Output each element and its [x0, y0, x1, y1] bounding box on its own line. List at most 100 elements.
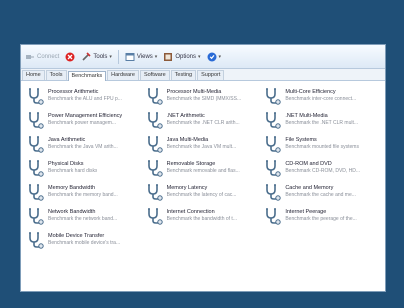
benchmark-item[interactable]: Processor Arithmetic Benchmark the ALU an… — [27, 85, 142, 107]
benchmark-item[interactable]: Memory Bandwidth Benchmark the memory ban… — [27, 181, 142, 203]
benchmark-item[interactable]: Power Management Efficiency Benchmark pow… — [27, 109, 142, 131]
tools-label: Tools — [93, 53, 108, 60]
benchmark-text: Java Multi-Media Benchmark the Java VM mu… — [167, 137, 236, 151]
help-icon — [207, 52, 217, 62]
benchmark-description: Benchmark the cache and me... — [285, 192, 356, 198]
views-menu-button[interactable]: Views ▾ — [125, 52, 157, 62]
benchmark-description: Benchmark mobile device's tra... — [48, 240, 121, 246]
benchmark-description: Benchmark power managem... — [48, 120, 117, 126]
memory-bandwidth-icon — [27, 183, 45, 201]
chevron-down-icon: ▾ — [154, 53, 158, 60]
benchmark-title: Removable Storage — [166, 161, 216, 167]
benchmark-item[interactable]: Java Multi-Media Benchmark the Java VM mu… — [146, 133, 261, 155]
benchmark-title: Internet Connection — [166, 209, 215, 215]
benchmark-title: Memory Latency — [166, 185, 208, 191]
options-icon — [163, 52, 173, 62]
toolbar: Connect Tools ▾ Views ▾ Options ▾ ▾ — [21, 45, 385, 69]
benchmark-description: Benchmark the ALU and FPU p... — [48, 96, 122, 102]
benchmark-item[interactable]: Mobile Device Transfer Benchmark mobile d… — [27, 229, 142, 251]
benchmark-item[interactable]: Physical Disks Benchmark hard disks — [27, 157, 142, 179]
internet-connection-icon — [146, 207, 164, 225]
stop-icon — [65, 52, 75, 62]
chevron-down-icon: ▾ — [218, 53, 222, 60]
mobile-device-icon — [27, 231, 45, 249]
benchmark-title: Processor Multi-Media — [166, 89, 222, 95]
benchmark-item[interactable]: Java Arithmetic Benchmark the Java VM ari… — [27, 133, 142, 155]
processor-arithmetic-icon — [27, 87, 45, 105]
cache-memory-icon — [264, 183, 282, 201]
benchmark-item[interactable]: Memory Latency Benchmark the latency of c… — [146, 181, 261, 203]
benchmark-description: Benchmark CD-ROM, DVD, HD... — [285, 168, 361, 174]
options-menu-button[interactable]: Options ▾ — [163, 52, 201, 62]
tab-testing[interactable]: Testing — [170, 70, 197, 80]
dotnet-arithmetic-icon — [146, 111, 164, 129]
views-label: Views — [136, 53, 153, 60]
tab-tools[interactable]: Tools — [45, 70, 67, 80]
benchmark-text: Processor Arithmetic Benchmark the ALU an… — [48, 89, 122, 103]
file-systems-icon — [264, 135, 282, 153]
tab-hardware[interactable]: Hardware — [107, 70, 139, 80]
benchmark-text: Internet Connection Benchmark the bandwid… — [167, 209, 237, 223]
tools-menu-button[interactable]: Tools ▾ — [81, 51, 112, 62]
help-menu-button[interactable]: ▾ — [207, 52, 222, 62]
benchmark-title: Cache and Memory — [285, 185, 334, 191]
tab-benchmarks[interactable]: Benchmarks — [67, 71, 107, 81]
benchmark-item[interactable]: Cache and Memory Benchmark the cache and … — [264, 181, 379, 203]
benchmark-item[interactable]: Internet Connection Benchmark the bandwid… — [146, 205, 261, 227]
benchmark-title: Network Bandwidth — [48, 209, 96, 215]
java-multimedia-icon — [146, 135, 164, 153]
benchmark-item[interactable]: Network Bandwidth Benchmark the network b… — [27, 205, 142, 227]
tab-home[interactable]: Home — [22, 70, 45, 80]
benchmark-description: Benchmark mounted file systems — [285, 144, 359, 150]
benchmark-item[interactable]: File Systems Benchmark mounted file syste… — [264, 133, 379, 155]
benchmark-text: Mobile Device Transfer Benchmark mobile d… — [48, 233, 120, 247]
connect-button[interactable]: Connect — [25, 52, 59, 62]
benchmark-description: Benchmark inter-core connect... — [285, 96, 357, 102]
benchmark-title: CD-ROM and DVD — [285, 161, 332, 167]
benchmark-item[interactable]: .NET Multi-Media Benchmark the .NET CLR m… — [264, 109, 379, 131]
benchmark-item[interactable]: Multi-Core Efficiency Benchmark inter-cor… — [264, 85, 379, 107]
benchmark-description: Benchmark the SIMD (MMX/SS... — [166, 96, 242, 102]
tools-icon — [81, 51, 91, 62]
benchmark-text: Java Arithmetic Benchmark the Java VM ari… — [48, 137, 118, 151]
benchmark-grid: Processor Arithmetic Benchmark the ALU an… — [21, 81, 385, 251]
benchmark-text: Network Bandwidth Benchmark the network b… — [48, 209, 117, 223]
benchmark-item[interactable]: Removable Storage Benchmark removable and… — [146, 157, 261, 179]
tab-support[interactable]: Support — [197, 70, 225, 80]
benchmark-description: Benchmark the memory band... — [48, 192, 118, 198]
benchmark-description: Benchmark removable and flas... — [166, 168, 240, 174]
tab-software[interactable]: Software — [139, 70, 170, 80]
benchmark-description: Benchmark hard disks — [48, 168, 98, 174]
processor-multimedia-icon — [146, 87, 164, 105]
benchmark-text: Internet Peerage Benchmark the peerage of… — [285, 209, 356, 223]
benchmark-title: Java Multi-Media — [166, 137, 209, 143]
physical-disks-icon — [27, 159, 45, 177]
toolbar-divider — [117, 49, 119, 64]
benchmark-text: File Systems Benchmark mounted file syste… — [285, 137, 359, 151]
benchmark-text: Memory Bandwidth Benchmark the memory ban… — [48, 185, 118, 199]
benchmark-text: Power Management Efficiency Benchmark pow… — [48, 113, 122, 127]
chevron-down-icon: ▾ — [198, 53, 201, 60]
tab-bar: Home Tools Benchmarks Hardware Software … — [21, 69, 385, 81]
benchmark-description: Benchmark the network band... — [48, 216, 118, 222]
connect-icon — [25, 52, 35, 62]
benchmark-item[interactable]: CD-ROM and DVD Benchmark CD-ROM, DVD, HD.… — [264, 157, 379, 179]
benchmark-title: Multi-Core Efficiency — [285, 89, 336, 95]
dotnet-multimedia-icon — [264, 111, 282, 129]
benchmark-item[interactable]: Processor Multi-Media Benchmark the SIMD … — [146, 85, 261, 107]
benchmark-text: Memory Latency Benchmark the latency of c… — [167, 185, 237, 199]
cdrom-dvd-icon — [264, 159, 282, 177]
benchmark-item[interactable]: .NET Arithmetic Benchmark the .NET CLR ar… — [146, 109, 261, 131]
benchmark-text: Processor Multi-Media Benchmark the SIMD … — [167, 89, 241, 103]
benchmark-text: .NET Arithmetic Benchmark the .NET CLR ar… — [167, 113, 240, 127]
benchmark-item[interactable]: Internet Peerage Benchmark the peerage of… — [264, 205, 379, 227]
benchmark-text: Removable Storage Benchmark removable and… — [167, 161, 240, 175]
app-window: Connect Tools ▾ Views ▾ Options ▾ ▾ Home… — [20, 44, 386, 292]
options-label: Options — [175, 53, 196, 60]
benchmark-text: Physical Disks Benchmark hard disks — [48, 161, 97, 175]
benchmark-description: Benchmark the .NET CLR mult... — [285, 120, 359, 126]
benchmark-description: Benchmark the .NET CLR arith... — [166, 120, 240, 126]
stop-button[interactable] — [65, 52, 75, 62]
benchmark-description: Benchmark the Java VM arith... — [48, 144, 118, 150]
benchmark-title: .NET Arithmetic — [166, 113, 205, 119]
